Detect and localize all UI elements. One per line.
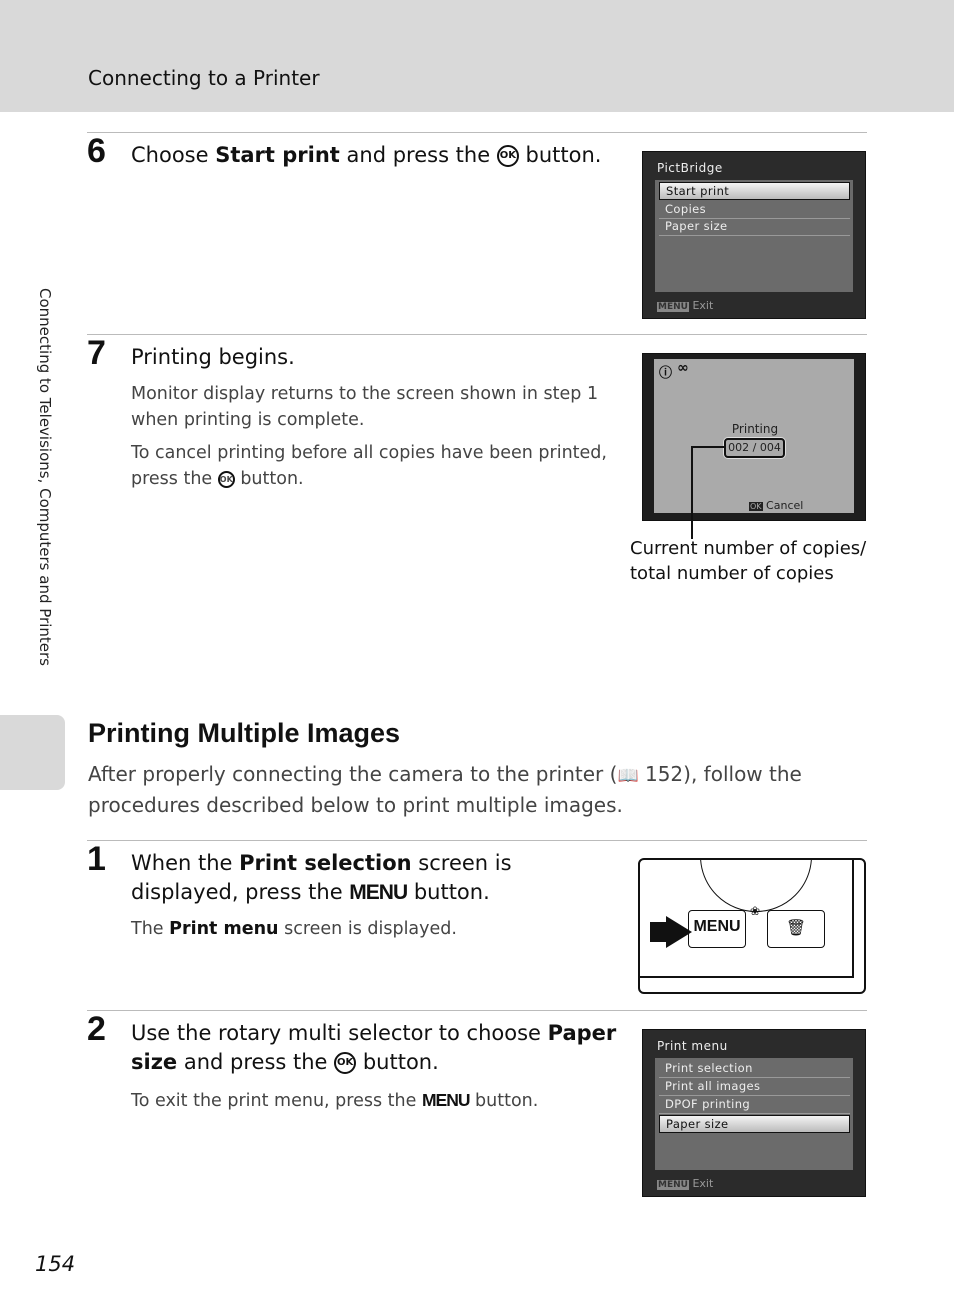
ok-button-icon: OK — [217, 470, 235, 488]
step-number: 6 — [87, 132, 106, 170]
menu-item: Copies — [659, 201, 850, 219]
step-2-text: To exit the print menu, press the MENU b… — [131, 1090, 539, 1111]
book-icon: 📖 — [617, 766, 639, 786]
copy-counter: 002 / 004 — [724, 438, 785, 458]
cancel-label: Cancel — [766, 499, 804, 512]
pictbridge-screen: PictBridge Start print Copies Paper size… — [642, 151, 866, 319]
macro-icon: ❀ — [750, 904, 761, 918]
delete-button-trash-icon: 🗑 — [767, 910, 825, 948]
divider — [87, 1010, 867, 1011]
exit-label: Exit — [692, 299, 714, 312]
step-6-title: Choose Start print and press the OK butt… — [131, 143, 602, 167]
menu-item: Start print — [659, 182, 850, 200]
printing-screen: ⓘ ∞ Printing 002 / 004 OK Cancel — [642, 353, 866, 521]
printing-label: Printing — [731, 422, 779, 436]
running-header: Connecting to a Printer — [88, 66, 320, 90]
callout-line — [691, 447, 693, 539]
step-7-text-1: Monitor display returns to the screen sh… — [131, 384, 599, 430]
warning-icon: ⓘ — [659, 366, 673, 381]
step-7-text-2: To cancel printing before all copies hav… — [131, 443, 607, 489]
menu-item: Paper size — [659, 218, 850, 236]
screen-title: Print menu — [657, 1039, 728, 1053]
menu-icon: MENU — [657, 1180, 689, 1190]
step-number: 2 — [87, 1010, 106, 1048]
side-tab-label: Connecting to Televisions, Computers and… — [36, 288, 54, 666]
pictbridge-icon: ∞ — [677, 360, 689, 376]
step-1-text: The Print menu screen is displayed. — [131, 919, 457, 939]
callout-text: Current number of copies/ total number o… — [630, 538, 867, 584]
step-2-title: Use the rotary multi selector to choose … — [131, 1021, 617, 1074]
menu-icon: MENU — [657, 302, 689, 312]
divider — [87, 840, 867, 841]
menu-item: Print all images — [659, 1078, 850, 1096]
exit-label: Exit — [692, 1177, 714, 1190]
header-band: Connecting to a Printer — [0, 0, 954, 112]
camera-back-illustration: MENU 🗑 ❀ — [638, 858, 866, 994]
menu-item: DPOF printing — [659, 1096, 850, 1114]
menu-item-selected: Paper size — [659, 1115, 850, 1133]
page-number: 154 — [35, 1252, 76, 1276]
menu-item: Print selection — [659, 1060, 850, 1078]
step-1-title: When the Print selection screen is displ… — [131, 851, 512, 904]
menu-button-glyph: MENU — [421, 1090, 471, 1110]
ok-icon: OK — [749, 502, 763, 511]
screen-title: PictBridge — [657, 161, 723, 175]
section-intro: After properly connecting the camera to … — [88, 762, 802, 817]
step-number: 1 — [87, 840, 106, 878]
arrow-icon — [666, 916, 692, 948]
divider — [87, 132, 867, 133]
step-7-title: Printing begins. — [131, 345, 295, 369]
menu-button: MENU — [688, 910, 746, 948]
menu-button-glyph: MENU — [349, 881, 408, 904]
ok-button-icon: OK — [496, 145, 519, 167]
callout-line — [691, 446, 724, 448]
print-menu-screen: Print menu Print selection Print all ima… — [642, 1029, 866, 1197]
section-title: Printing Multiple Images — [88, 718, 401, 748]
divider — [87, 334, 867, 335]
step-number: 7 — [87, 334, 106, 372]
ok-button-icon: OK — [334, 1052, 357, 1074]
side-tab — [0, 715, 65, 790]
